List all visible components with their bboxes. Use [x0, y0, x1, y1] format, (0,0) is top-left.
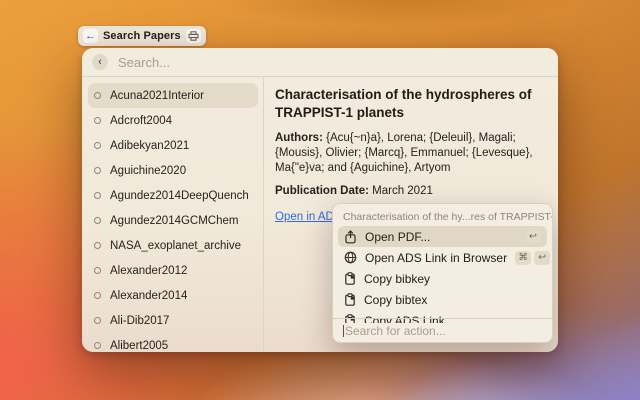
- circle-icon: [94, 142, 101, 149]
- paper-id-label: Acuna2021Interior: [110, 90, 204, 102]
- search-input[interactable]: [108, 55, 548, 70]
- action-menu-header: Characterisation of the hy...res of TRAP…: [333, 204, 552, 226]
- paper-id-label: Adibekyan2021: [110, 140, 189, 152]
- search-papers-pill[interactable]: ← Search Papers: [78, 26, 206, 46]
- text-caret: [343, 325, 344, 337]
- circle-icon: [94, 217, 101, 224]
- keycap: ↩: [525, 230, 541, 244]
- circle-icon: [94, 167, 101, 174]
- circle-icon: [94, 192, 101, 199]
- authors-label: Authors:: [275, 132, 323, 144]
- action-menu-item[interactable]: Copy bibkey: [338, 268, 547, 289]
- paper-authors: Authors: {Acu{~n}a}, Lorena; {Deleuil}, …: [275, 131, 546, 176]
- paper-id-label: Alexander2014: [110, 290, 187, 302]
- list-item[interactable]: NASA_exoplanet_archive: [88, 233, 258, 258]
- action-label: Open PDF...: [365, 230, 517, 244]
- pill-title: Search Papers: [103, 30, 181, 42]
- list-item[interactable]: Alibert2005: [88, 333, 258, 352]
- action-menu-items: Open PDF... ↩ Open ADS Link in Browser: [333, 226, 552, 323]
- list-item[interactable]: Agundez2014DeepQuench: [88, 183, 258, 208]
- action-menu-item[interactable]: Copy bibtex: [338, 289, 547, 310]
- list-item[interactable]: Ali-Dib2017: [88, 308, 258, 333]
- action-menu-item[interactable]: Open ADS Link in Browser ⌘↩: [338, 247, 547, 268]
- list-item[interactable]: Alexander2012: [88, 258, 258, 283]
- paper-id-label: Alexander2012: [110, 265, 187, 277]
- clipboard-icon: [344, 272, 356, 285]
- circle-icon: [94, 342, 101, 349]
- paper-id-label: Aguichine2020: [110, 165, 186, 177]
- pill-back-button[interactable]: ←: [83, 29, 98, 43]
- back-arrow-icon: ←: [85, 31, 96, 42]
- paper-id-label: Alibert2005: [110, 340, 168, 352]
- list-item[interactable]: Acuna2021Interior: [88, 83, 258, 108]
- circle-icon: [94, 242, 101, 249]
- list-item[interactable]: Adcroft2004: [88, 108, 258, 133]
- publication-date: Publication Date: March 2021: [275, 185, 546, 197]
- paper-title: Characterisation of the hydrospheres of …: [275, 86, 546, 122]
- chevron-left-icon: ‹: [98, 56, 102, 68]
- list-item[interactable]: Alexander2014: [88, 283, 258, 308]
- publication-date-value: March 2021: [369, 185, 433, 197]
- paper-id-label: Agundez2014GCMChem: [110, 215, 239, 227]
- action-label: Copy bibtex: [364, 293, 533, 307]
- circle-icon: [94, 292, 101, 299]
- globe-icon: [344, 251, 357, 264]
- main-window: ‹ Acuna2021Interior Adcroft2004: [82, 48, 558, 352]
- paper-id-label: Agundez2014DeepQuench: [110, 190, 249, 202]
- search-bar: ‹: [82, 48, 558, 76]
- action-label: Open ADS Link in Browser: [365, 251, 507, 265]
- clipboard-icon: [344, 293, 356, 306]
- paper-id-label: NASA_exoplanet_archive: [110, 240, 241, 252]
- paper-id-label: Ali-Dib2017: [110, 315, 169, 327]
- action-label: Copy bibkey: [364, 272, 533, 286]
- share-icon: [344, 230, 357, 244]
- shortcut-keys: ⌘↩: [515, 251, 550, 265]
- pill-printer-chip: [186, 29, 201, 43]
- papers-list: Acuna2021Interior Adcroft2004 Adibekyan2…: [82, 77, 263, 352]
- back-button[interactable]: ‹: [92, 54, 108, 70]
- keycap: ↩: [534, 251, 550, 265]
- list-item[interactable]: Agundez2014GCMChem: [88, 208, 258, 233]
- shortcut-keys: ↩: [525, 230, 541, 244]
- printer-icon: [188, 31, 199, 41]
- list-item[interactable]: Aguichine2020: [88, 158, 258, 183]
- circle-icon: [94, 92, 101, 99]
- publication-date-label: Publication Date:: [275, 185, 369, 197]
- circle-icon: [94, 117, 101, 124]
- circle-icon: [94, 317, 101, 324]
- action-menu-item[interactable]: Open PDF... ↩: [338, 226, 547, 247]
- circle-icon: [94, 267, 101, 274]
- keycap: ⌘: [515, 251, 531, 265]
- action-search-bar: [333, 318, 552, 342]
- action-menu: Characterisation of the hy...res of TRAP…: [332, 203, 553, 343]
- paper-id-label: Adcroft2004: [110, 115, 172, 127]
- desktop-wallpaper: ← Search Papers ‹ Ac: [0, 0, 640, 400]
- list-item[interactable]: Adibekyan2021: [88, 133, 258, 158]
- action-search-input[interactable]: [345, 324, 542, 338]
